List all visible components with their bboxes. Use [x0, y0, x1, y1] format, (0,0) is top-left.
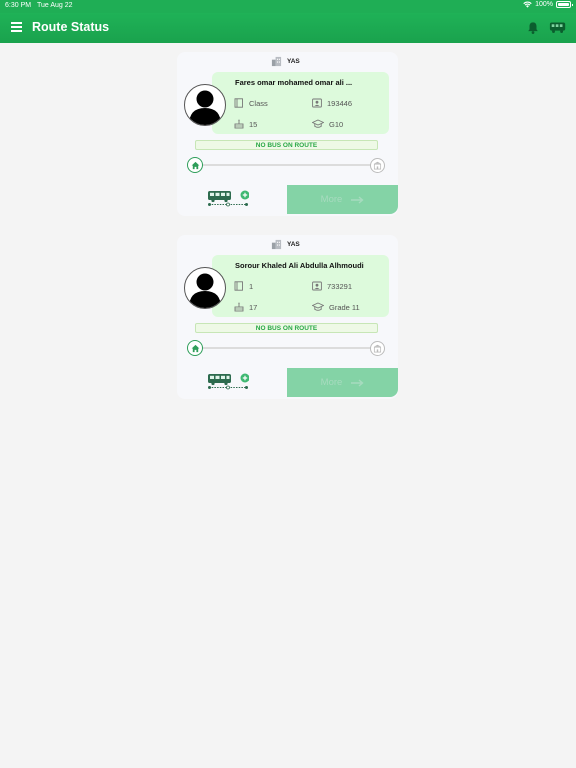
battery-icon	[556, 1, 573, 8]
building-icon	[271, 239, 282, 250]
bus-status-badge: NO BUS ON ROUTE	[195, 140, 378, 150]
grade-field: G10	[312, 119, 343, 129]
school-label: YAS	[271, 239, 300, 250]
building-icon	[271, 56, 282, 67]
class-value: Class	[249, 98, 268, 108]
bus-icon[interactable]	[549, 19, 567, 35]
bus-route-icon[interactable]	[207, 188, 249, 208]
school-stop-icon	[370, 158, 385, 173]
home-stop-icon	[187, 157, 203, 173]
status-right: 100%	[523, 1, 573, 8]
home-stop-icon	[187, 340, 203, 356]
battery-percent: 100%	[535, 1, 553, 8]
student-info-panel: Fares omar mohamed omar ali ... Class 19…	[212, 72, 389, 134]
hamburger-menu-icon[interactable]	[11, 22, 22, 33]
school-name: YAS	[287, 58, 300, 65]
user-silhouette-icon	[189, 90, 221, 125]
student-name: Fares omar mohamed omar ali ...	[235, 78, 353, 87]
age-value: 15	[249, 119, 258, 129]
id-field: 733291	[312, 281, 352, 291]
graduation-cap-icon	[312, 302, 324, 311]
bus-route-icon[interactable]	[207, 371, 249, 391]
student-card[interactable]: YAS Sorour Khaled Ali Abdulla Alhmoudi 1…	[177, 235, 398, 399]
avatar	[184, 267, 226, 309]
class-field: 1	[234, 281, 253, 291]
arrow-right-icon	[351, 378, 364, 387]
class-icon	[234, 98, 243, 108]
more-button-label: More	[320, 377, 343, 388]
id-value: 733291	[327, 281, 353, 291]
grade-value: G10	[329, 119, 344, 129]
student-info-panel: Sorour Khaled Ali Abdulla Alhmoudi 1 733…	[212, 255, 389, 317]
route-progress-track	[195, 347, 378, 349]
more-button[interactable]: More	[287, 368, 398, 397]
user-silhouette-icon	[189, 273, 221, 308]
cake-icon	[234, 119, 244, 129]
app-bar: Route Status	[0, 13, 576, 43]
status-date: Tue Aug 22	[37, 2, 73, 9]
page-title: Route Status	[32, 20, 110, 34]
more-button[interactable]: More	[287, 185, 398, 214]
wifi-icon	[523, 1, 532, 8]
student-name: Sorour Khaled Ali Abdulla Alhmoudi	[235, 261, 364, 270]
grade-value: Grade 11	[329, 302, 360, 312]
age-field: 15	[234, 119, 257, 129]
class-icon	[234, 281, 243, 291]
bus-status-badge: NO BUS ON ROUTE	[195, 323, 378, 333]
id-value: 193446	[327, 98, 353, 108]
status-time: 6:30 PM	[5, 2, 32, 9]
avatar	[184, 84, 226, 126]
route-progress-track	[195, 164, 378, 166]
school-label: YAS	[271, 56, 300, 67]
arrow-right-icon	[351, 195, 364, 204]
id-card-icon	[312, 281, 322, 291]
student-card[interactable]: YAS Fares omar mohamed omar ali ... Clas…	[177, 52, 398, 216]
id-card-icon	[312, 98, 322, 108]
school-stop-icon	[370, 341, 385, 356]
class-value: 1	[249, 281, 254, 291]
grade-field: Grade 11	[312, 302, 360, 312]
cake-icon	[234, 302, 244, 312]
id-field: 193446	[312, 98, 352, 108]
school-name: YAS	[287, 241, 300, 248]
graduation-cap-icon	[312, 119, 324, 128]
age-value: 17	[249, 302, 258, 312]
battery-fill	[558, 3, 569, 6]
more-button-label: More	[320, 194, 343, 205]
status-bar: 6:30 PM Tue Aug 22 100%	[0, 0, 576, 13]
class-field: Class	[234, 98, 268, 108]
age-field: 17	[234, 302, 257, 312]
bell-icon[interactable]	[526, 21, 540, 35]
